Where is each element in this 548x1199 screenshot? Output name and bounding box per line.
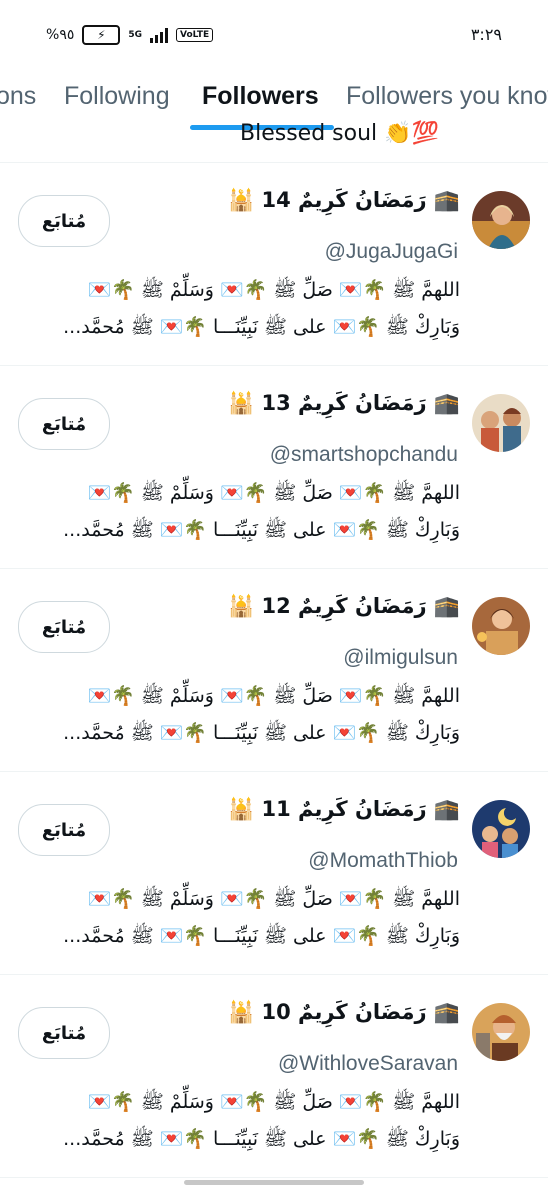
battery-percent: %٩٥ (46, 27, 75, 43)
status-bar: %٩٥ ⚡ 5G VoLTE ٣:٢٩ (0, 0, 548, 62)
user-handle: @JugaJugaGi (324, 240, 458, 263)
user-handle: @MomathThiob (308, 849, 458, 872)
avatar[interactable] (472, 1003, 530, 1061)
network-type: 5G (128, 29, 143, 40)
user-display-name: 🕋 رَمَضَانُ كَرِيمٌ 14 🕌 (227, 188, 460, 212)
user-display-name: 🕋 رَمَضَانُ كَرِيمٌ 13 🕌 (227, 391, 460, 415)
avatar[interactable] (472, 394, 530, 452)
following-button[interactable]: مُتابَع (18, 1007, 110, 1059)
user-bio-line: اللهمَّ ﷺ 🌴💌 صَلِّ ﷺ 🌴💌 وَسَلِّمْ ﷺ 🌴💌 (87, 1091, 460, 1113)
tab-followers-you-know[interactable]: Followers you know (346, 82, 548, 111)
user-handle: @smartshopchandu (269, 443, 458, 466)
user-bio-line: اللهمَّ ﷺ 🌴💌 صَلِّ ﷺ 🌴💌 وَسَلِّمْ ﷺ 🌴💌 (87, 279, 460, 301)
user-bio-line: اللهمَّ ﷺ 🌴💌 صَلِّ ﷺ 🌴💌 وَسَلِّمْ ﷺ 🌴💌 (87, 685, 460, 707)
previous-user-bio: Blessed soul 👏💯 (0, 118, 548, 163)
user-display-name: 🕋 رَمَضَانُ كَرِيمٌ 12 🕌 (227, 594, 460, 618)
user-bio-line: وَبَارِكْ ﷺ 🌴💌 على ﷺ نَبِيِّنَـــا 🌴💌 ﷺ … (63, 1128, 460, 1150)
volte-badge: VoLTE (176, 28, 214, 42)
avatar[interactable] (472, 597, 530, 655)
battery-icon: ⚡ (82, 25, 121, 45)
tab-following[interactable]: Following (64, 82, 170, 111)
user-handle: @WithloveSaravan (277, 1052, 458, 1075)
user-bio-line: وَبَارِكْ ﷺ 🌴💌 على ﷺ نَبِيِّنَـــا 🌴💌 ﷺ … (63, 519, 460, 541)
user-handle: @ilmigulsun (343, 646, 458, 669)
home-indicator[interactable] (184, 1180, 364, 1185)
following-button[interactable]: مُتابَع (18, 804, 110, 856)
avatar[interactable] (472, 800, 530, 858)
user-row[interactable]: مُتابَع 🕋 رَمَضَانُ كَرِيمٌ 14 🕌 @JugaJu… (0, 163, 548, 366)
status-left: %٩٥ ⚡ 5G VoLTE (46, 25, 214, 45)
user-bio-line: وَبَارِكْ ﷺ 🌴💌 على ﷺ نَبِيِّنَـــا 🌴💌 ﷺ … (63, 722, 460, 744)
signal-icon (150, 27, 169, 43)
user-bio-line: اللهمَّ ﷺ 🌴💌 صَلِّ ﷺ 🌴💌 وَسَلِّمْ ﷺ 🌴💌 (87, 482, 460, 504)
user-bio-line: وَبَارِكْ ﷺ 🌴💌 على ﷺ نَبِيِّنَـــا 🌴💌 ﷺ … (63, 316, 460, 338)
user-display-name: 🕋 رَمَضَانُ كَرِيمٌ 10 🕌 (227, 1000, 460, 1024)
following-button[interactable]: مُتابَع (18, 398, 110, 450)
user-row[interactable]: مُتابَع 🕋 رَمَضَانُ كَرِيمٌ 12 🕌 @ilmigu… (0, 569, 548, 772)
previous-user-bio-text: Blessed soul 👏💯 (240, 121, 439, 146)
user-row[interactable]: مُتابَع 🕋 رَمَضَانُ كَرِيمٌ 11 🕌 @Momath… (0, 772, 548, 975)
user-bio-line: اللهمَّ ﷺ 🌴💌 صَلِّ ﷺ 🌴💌 وَسَلِّمْ ﷺ 🌴💌 (87, 888, 460, 910)
status-time: ٣:٢٩ (470, 25, 502, 44)
tab-followers[interactable]: Followers (202, 82, 319, 111)
user-row[interactable]: مُتابَع 🕋 رَمَضَانُ كَرِيمٌ 10 🕌 @Withlo… (0, 975, 548, 1178)
following-button[interactable]: مُتابَع (18, 195, 110, 247)
avatar[interactable] (472, 191, 530, 249)
user-bio-line: وَبَارِكْ ﷺ 🌴💌 على ﷺ نَبِيِّنَـــا 🌴💌 ﷺ … (63, 925, 460, 947)
following-button[interactable]: مُتابَع (18, 601, 110, 653)
user-row[interactable]: مُتابَع 🕋 رَمَضَانُ كَرِيمٌ 13 🕌 @smarts… (0, 366, 548, 569)
tab-verified-followers[interactable]: ons (0, 82, 36, 111)
user-display-name: 🕋 رَمَضَانُ كَرِيمٌ 11 🕌 (227, 797, 460, 821)
